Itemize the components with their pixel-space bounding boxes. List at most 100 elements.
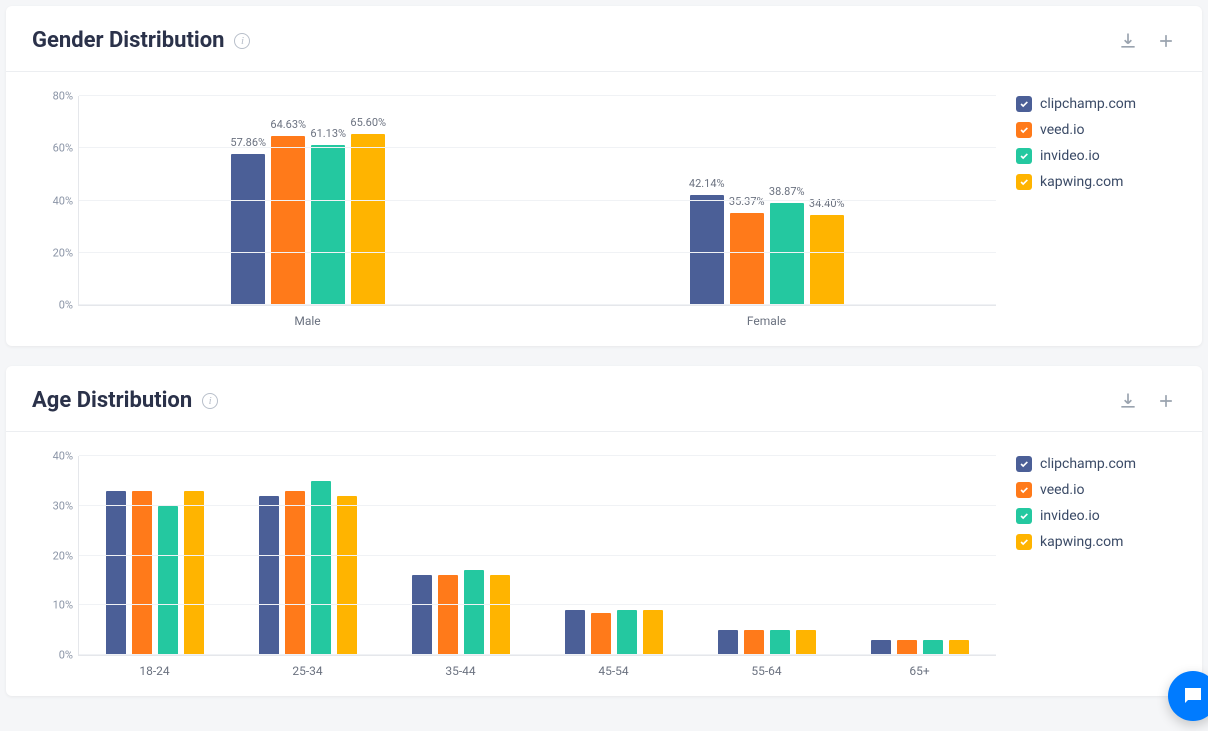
legend-swatch — [1016, 122, 1032, 138]
y-axis-label: 10% — [33, 599, 73, 612]
chat-fab[interactable] — [1168, 671, 1208, 721]
legend-label: veed.io — [1040, 482, 1085, 498]
bar[interactable] — [106, 491, 126, 655]
bar-value-label: 42.14% — [689, 177, 725, 190]
bar[interactable] — [718, 630, 738, 655]
bar[interactable]: 42.14% — [690, 195, 724, 305]
y-axis-label: 30% — [33, 499, 73, 512]
download-icon[interactable] — [1118, 31, 1138, 51]
bar[interactable] — [770, 630, 790, 655]
bar[interactable] — [438, 575, 458, 655]
legend-item[interactable]: invideo.io — [1016, 148, 1176, 164]
legend-swatch — [1016, 482, 1032, 498]
bar[interactable] — [311, 481, 331, 655]
legend-label: invideo.io — [1040, 508, 1100, 524]
bar[interactable] — [412, 575, 432, 655]
legend-item[interactable]: veed.io — [1016, 482, 1176, 498]
bar[interactable] — [796, 630, 816, 655]
gender-chart: 57.86%64.63%61.13%65.60%42.14%35.37%38.8… — [6, 72, 1202, 328]
bar[interactable]: 64.63% — [271, 136, 305, 305]
add-icon[interactable] — [1156, 391, 1176, 411]
y-axis-label: 60% — [33, 142, 73, 155]
bar[interactable] — [490, 575, 510, 655]
legend-label: invideo.io — [1040, 148, 1100, 164]
bar-value-label: 38.87% — [769, 185, 805, 198]
legend-label: kapwing.com — [1040, 534, 1123, 550]
bar[interactable] — [464, 570, 484, 655]
y-axis-label: 0% — [33, 299, 73, 312]
bar[interactable] — [617, 610, 637, 655]
card-title: Age Distribution — [32, 388, 192, 413]
bar[interactable] — [259, 496, 279, 655]
bar-group: 42.14%35.37%38.87%34.40% — [538, 96, 997, 305]
gridline — [79, 555, 996, 556]
bar[interactable] — [871, 640, 891, 655]
bar-value-label: 35.37% — [729, 195, 765, 208]
bar[interactable] — [565, 610, 585, 655]
chart-legend: clipchamp.com veed.io invideo.io kapwing.co… — [996, 96, 1176, 328]
download-icon[interactable] — [1118, 391, 1138, 411]
bar-group — [843, 456, 996, 655]
bar[interactable] — [744, 630, 764, 655]
x-axis-label: 65+ — [843, 664, 996, 678]
bar[interactable]: 34.40% — [810, 215, 844, 305]
age-chart: 0%10%20%30%40% 18-2425-3435-4445-5455-64… — [6, 432, 1202, 678]
bar[interactable] — [591, 613, 611, 655]
legend-label: veed.io — [1040, 122, 1085, 138]
legend-item[interactable]: clipchamp.com — [1016, 96, 1176, 112]
bar[interactable] — [923, 640, 943, 655]
bar[interactable] — [158, 506, 178, 655]
bar[interactable] — [643, 610, 663, 655]
bar[interactable]: 35.37% — [730, 213, 764, 305]
bar[interactable]: 38.87% — [770, 203, 804, 305]
bar-value-label: 64.63% — [270, 118, 306, 131]
card-title: Gender Distribution — [32, 28, 224, 53]
bar[interactable] — [897, 640, 917, 655]
gridline — [79, 455, 996, 456]
bar[interactable] — [132, 491, 152, 655]
bar-groups — [79, 456, 996, 655]
legend-item[interactable]: invideo.io — [1016, 508, 1176, 524]
gridline — [79, 505, 996, 506]
legend-swatch — [1016, 174, 1032, 190]
gridline — [79, 604, 996, 605]
bar[interactable] — [184, 491, 204, 655]
card-header: Age Distribution i — [6, 366, 1202, 432]
bar-group — [537, 456, 690, 655]
bar-group: 57.86%64.63%61.13%65.60% — [79, 96, 538, 305]
legend-swatch — [1016, 148, 1032, 164]
legend-swatch — [1016, 508, 1032, 524]
bar[interactable] — [949, 640, 969, 655]
bar-value-label: 61.13% — [310, 127, 346, 140]
legend-label: kapwing.com — [1040, 174, 1123, 190]
bar-value-label: 65.60% — [350, 116, 386, 129]
x-axis-labels: 18-2425-3435-4445-5455-6465+ — [78, 664, 996, 678]
legend-swatch — [1016, 534, 1032, 550]
x-axis-label: 25-34 — [231, 664, 384, 678]
gridline — [79, 252, 996, 253]
bar[interactable] — [285, 491, 305, 655]
bar[interactable]: 61.13% — [311, 145, 345, 305]
y-axis-label: 20% — [33, 246, 73, 259]
legend-item[interactable]: clipchamp.com — [1016, 456, 1176, 472]
legend-label: clipchamp.com — [1040, 456, 1136, 472]
info-icon[interactable]: i — [234, 33, 250, 49]
x-axis-label: Male — [78, 314, 537, 328]
card-header: Gender Distribution i — [6, 6, 1202, 72]
bar[interactable]: 65.60% — [351, 134, 385, 305]
bar[interactable] — [337, 496, 357, 655]
y-axis-label: 40% — [33, 450, 73, 463]
age-distribution-card: Age Distribution i 0%10%20%30%40% 18-242… — [6, 366, 1202, 696]
y-axis-label: 40% — [33, 194, 73, 207]
add-icon[interactable] — [1156, 31, 1176, 51]
legend-item[interactable]: kapwing.com — [1016, 174, 1176, 190]
legend-item[interactable]: kapwing.com — [1016, 534, 1176, 550]
legend-item[interactable]: veed.io — [1016, 122, 1176, 138]
info-icon[interactable]: i — [202, 393, 218, 409]
x-axis-label: Female — [537, 314, 996, 328]
legend-swatch — [1016, 456, 1032, 472]
bar[interactable]: 57.86% — [231, 154, 265, 305]
bar-group — [385, 456, 538, 655]
y-axis-label: 80% — [33, 90, 73, 103]
bar-group — [79, 456, 232, 655]
